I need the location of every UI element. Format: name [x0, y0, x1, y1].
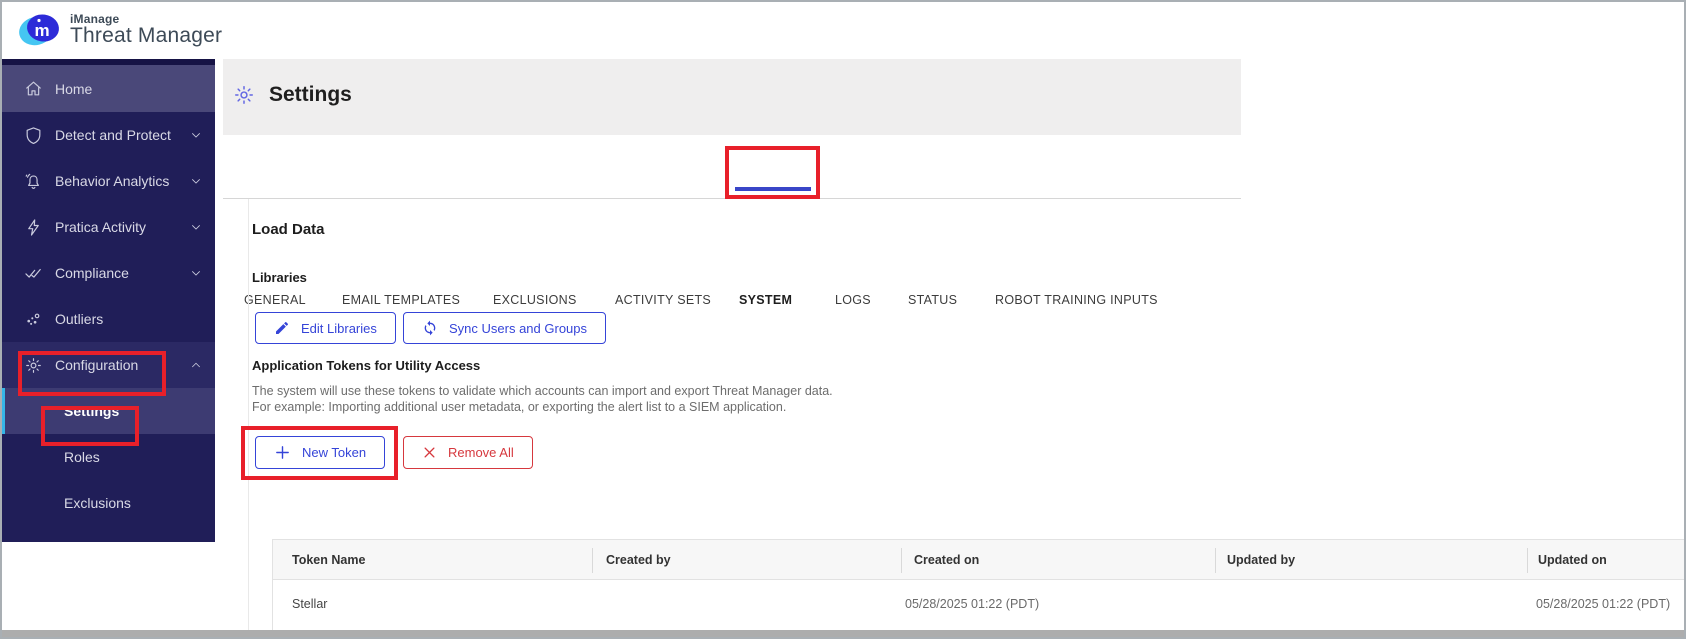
- chevron-down-icon: [189, 174, 203, 188]
- tab-email-templates[interactable]: EMAIL TEMPLATES: [342, 293, 460, 307]
- logo-text: iManage Threat Manager: [70, 13, 222, 48]
- sync-users-groups-label: Sync Users and Groups: [449, 321, 587, 336]
- home-icon: [24, 79, 43, 98]
- plus-icon: [274, 444, 291, 461]
- tab-status[interactable]: STATUS: [908, 293, 957, 307]
- column-separator: [1527, 548, 1528, 573]
- cell-token-name: Stellar: [292, 597, 327, 611]
- sidebar-item-behavior-analytics[interactable]: Behavior Analytics: [2, 158, 215, 204]
- pencil-icon: [274, 320, 290, 336]
- sidebar-item-pratica-activity[interactable]: Pratica Activity: [2, 204, 215, 250]
- bell-icon: [24, 172, 43, 191]
- shield-icon: [24, 126, 43, 145]
- tokens-table-header: Token Name Created by Created on Updated…: [273, 539, 1686, 580]
- sidebar-item-roles[interactable]: Roles: [2, 434, 215, 480]
- load-data-heading: Load Data: [252, 221, 325, 238]
- tab-activity-sets[interactable]: ACTIVITY SETS: [615, 293, 711, 307]
- page-title: Settings: [269, 83, 352, 107]
- svg-text:m: m: [34, 21, 49, 40]
- sidebar-item-configuration[interactable]: Configuration: [2, 342, 215, 388]
- cell-created-on: 05/28/2025 01:22 (PDT): [905, 597, 1039, 611]
- chevron-down-icon: [189, 128, 203, 142]
- column-separator: [592, 548, 593, 573]
- lightning-icon: [24, 218, 43, 237]
- scatter-dots-icon: [24, 310, 43, 329]
- tokens-table: Token Name Created by Created on Updated…: [272, 539, 1686, 632]
- threat-manager-window: m iManage Threat Manager Home Detect and…: [0, 0, 1686, 639]
- settings-gear-icon: [233, 84, 255, 106]
- chevron-up-icon: [189, 358, 203, 372]
- sidebar-item-compliance[interactable]: Compliance: [2, 250, 215, 296]
- active-tab-underline: [735, 187, 811, 191]
- tab-logs[interactable]: LOGS: [835, 293, 871, 307]
- sidebar: Home Detect and Protect Behavior Analyti…: [2, 59, 215, 542]
- cell-updated-on: 05/28/2025 01:22 (PDT): [1536, 597, 1670, 611]
- sidebar-item-label: Behavior Analytics: [55, 173, 169, 189]
- remove-all-label: Remove All: [448, 445, 514, 460]
- column-separator: [901, 548, 902, 573]
- new-token-button[interactable]: New Token: [255, 436, 385, 469]
- sync-users-groups-button[interactable]: Sync Users and Groups: [403, 312, 606, 344]
- column-header-created-on[interactable]: Created on: [914, 553, 979, 567]
- tab-exclusions[interactable]: EXCLUSIONS: [493, 293, 577, 307]
- column-header-updated-on[interactable]: Updated on: [1538, 553, 1607, 567]
- logo-product: Threat Manager: [70, 25, 222, 47]
- sidebar-item-label: Configuration: [55, 357, 138, 373]
- gear-icon: [24, 356, 43, 375]
- tabs-bar: GENERAL EMAIL TEMPLATES EXCLUSIONS ACTIV…: [223, 135, 1241, 199]
- tokens-description-line2: For example: Importing additional user m…: [252, 400, 786, 414]
- page-header-band: [223, 59, 1241, 135]
- sidebar-item-label: Outliers: [55, 311, 103, 327]
- column-header-updated-by[interactable]: Updated by: [1227, 553, 1295, 567]
- sidebar-item-label: Roles: [64, 449, 100, 465]
- chevron-down-icon: [189, 220, 203, 234]
- remove-all-button[interactable]: Remove All: [403, 436, 533, 469]
- sidebar-item-label: Settings: [64, 403, 119, 419]
- sidebar-item-outliers[interactable]: Outliers: [2, 296, 215, 342]
- tab-system[interactable]: SYSTEM: [739, 293, 792, 307]
- tokens-description-line1: The system will use these tokens to vali…: [252, 384, 833, 398]
- application-tokens-heading: Application Tokens for Utility Access: [252, 358, 480, 373]
- edit-libraries-label: Edit Libraries: [301, 321, 377, 336]
- edit-libraries-button[interactable]: Edit Libraries: [255, 312, 396, 344]
- sidebar-item-label: Detect and Protect: [55, 127, 171, 143]
- sync-icon: [422, 320, 438, 336]
- column-header-token-name[interactable]: Token Name: [292, 553, 365, 567]
- x-icon: [422, 445, 437, 460]
- new-token-label: New Token: [302, 445, 366, 460]
- content-left-divider: [248, 199, 249, 632]
- sidebar-item-home[interactable]: Home: [2, 65, 215, 112]
- sidebar-item-label: Exclusions: [64, 495, 131, 511]
- tab-general[interactable]: GENERAL: [244, 293, 306, 307]
- top-band: m iManage Threat Manager: [2, 2, 1684, 59]
- table-row[interactable]: Stellar 05/28/2025 01:22 (PDT) 05/28/202…: [273, 580, 1686, 631]
- imanage-logo: m iManage Threat Manager: [18, 10, 222, 50]
- libraries-heading: Libraries: [252, 270, 307, 285]
- sidebar-item-label: Pratica Activity: [55, 219, 146, 235]
- page-header: Settings: [233, 83, 352, 107]
- double-check-icon: [24, 264, 43, 283]
- sidebar-item-label: Home: [55, 81, 92, 97]
- sidebar-item-detect-and-protect[interactable]: Detect and Protect: [2, 112, 215, 158]
- column-header-created-by[interactable]: Created by: [606, 553, 671, 567]
- imanage-logo-icon: m: [18, 10, 64, 50]
- tab-robot-training-inputs[interactable]: ROBOT TRAINING INPUTS: [995, 293, 1158, 307]
- horizontal-scrollbar[interactable]: [2, 630, 1684, 637]
- sidebar-item-exclusions[interactable]: Exclusions: [2, 480, 215, 526]
- column-separator: [1215, 548, 1216, 573]
- chevron-down-icon: [189, 266, 203, 280]
- sidebar-item-label: Compliance: [55, 265, 129, 281]
- sidebar-item-settings[interactable]: Settings: [2, 388, 215, 434]
